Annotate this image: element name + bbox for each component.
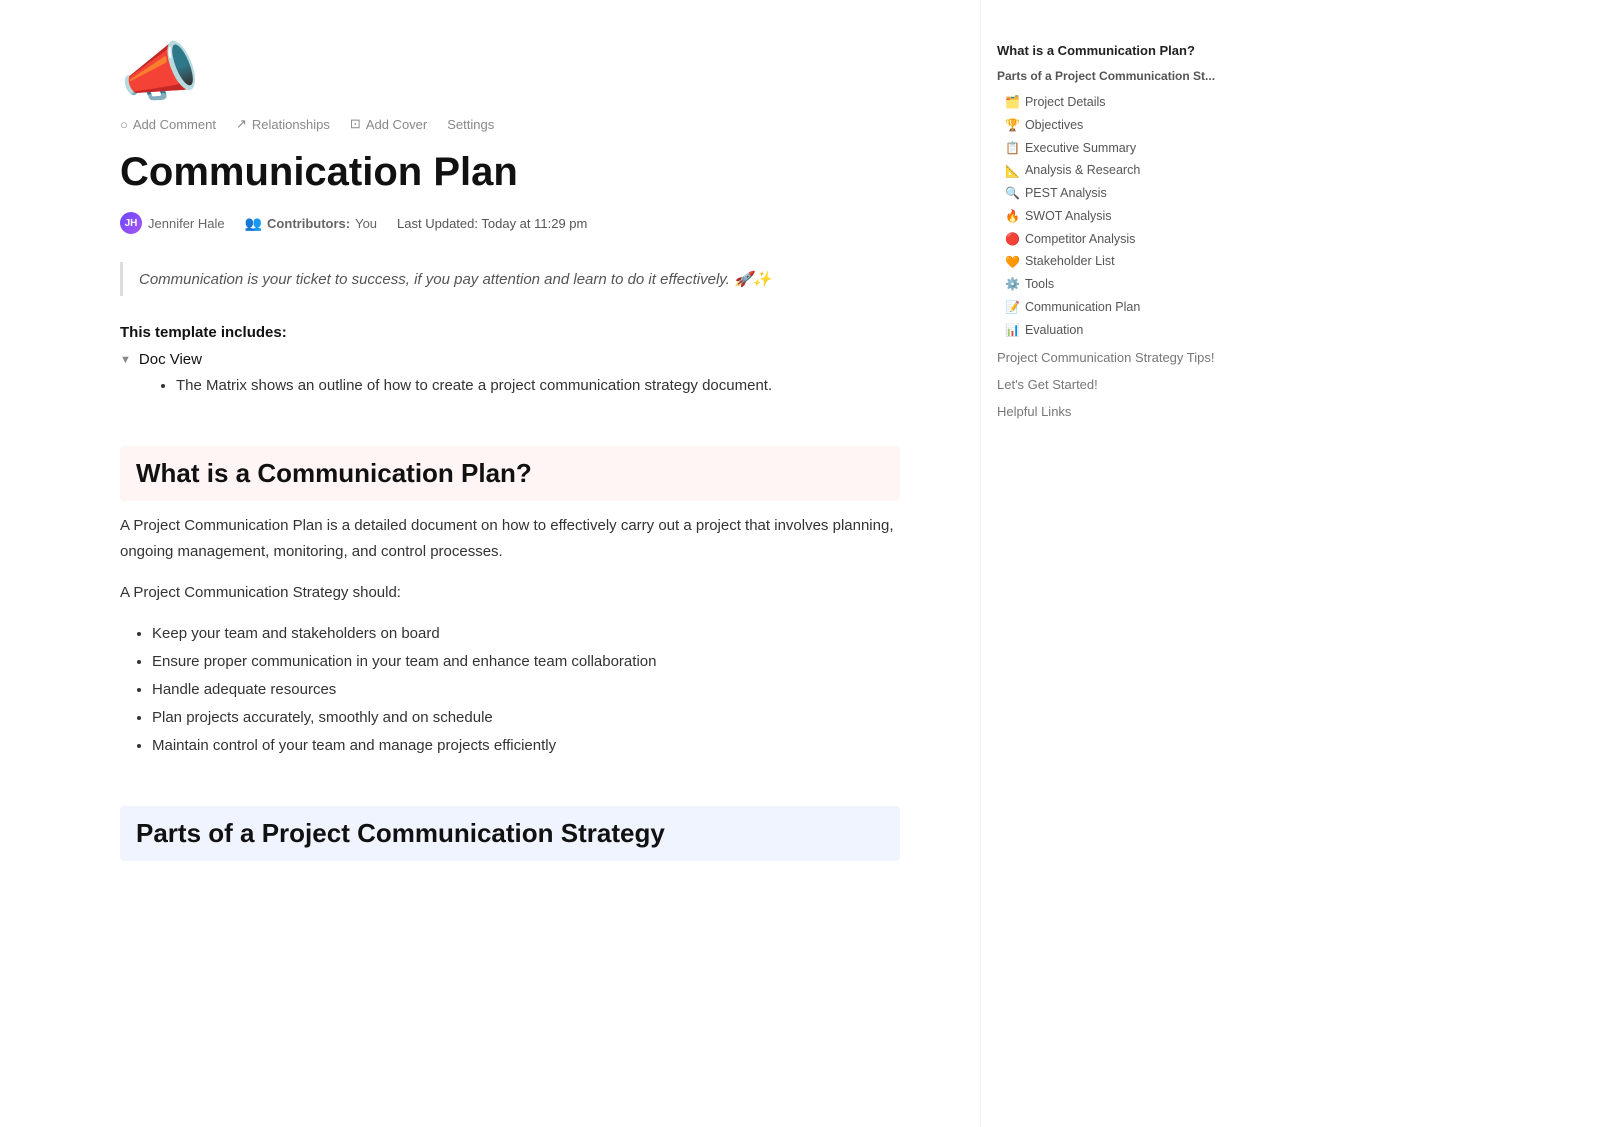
- toggle-item: The Matrix shows an outline of how to cr…: [176, 374, 900, 398]
- toc-item-label: Stakeholder List: [1025, 252, 1115, 271]
- last-updated-label: Last Updated:: [397, 216, 478, 231]
- quote-text: Communication is your ticket to success,…: [139, 271, 771, 288]
- toc-link-4[interactable]: Helpful Links: [997, 401, 1216, 422]
- contributors: 👥 Contributors: You: [245, 215, 377, 232]
- section1-bullets: Keep your team and stakeholders on board…: [120, 622, 900, 758]
- section2-heading: Parts of a Project Communication Strateg…: [136, 818, 884, 849]
- toc-emoji: 🔴: [1005, 230, 1020, 248]
- add-comment-button[interactable]: ○ Add Comment: [120, 117, 216, 132]
- last-updated: Last Updated: Today at 11:29 pm: [397, 216, 587, 231]
- toc-link-1[interactable]: What is a Communication Plan?: [997, 40, 1216, 61]
- toc-item[interactable]: 📝 Communication Plan: [997, 296, 1216, 319]
- add-cover-button[interactable]: ⊡ Add Cover: [350, 116, 427, 132]
- meta-info: JH Jennifer Hale 👥 Contributors: You Las…: [120, 212, 900, 234]
- contributors-value: You: [355, 216, 377, 231]
- toc-item[interactable]: 🔥 SWOT Analysis: [997, 205, 1216, 228]
- toc-section-4: Let's Get Started!: [997, 374, 1216, 395]
- page-title: Communication Plan: [120, 148, 900, 196]
- section1-heading: What is a Communication Plan?: [136, 458, 884, 489]
- toc-emoji: 📐: [1005, 162, 1020, 180]
- settings-button[interactable]: Settings: [447, 117, 494, 132]
- cover-icon: ⊡: [350, 116, 361, 132]
- toc-item[interactable]: 📋 Executive Summary: [997, 137, 1216, 160]
- toc-section-5: Helpful Links: [997, 401, 1216, 422]
- bullet-item: Handle adequate resources: [152, 678, 900, 702]
- cover-label: Add Cover: [366, 117, 427, 132]
- relationships-button[interactable]: ↗ Relationships: [236, 116, 330, 132]
- toc-emoji: 📋: [1005, 139, 1020, 157]
- toggle-row[interactable]: ▼ Doc View: [120, 351, 900, 368]
- toc-item-label: Objectives: [1025, 116, 1083, 135]
- contributors-icon: 👥: [245, 215, 262, 232]
- toc-item[interactable]: 🔍 PEST Analysis: [997, 182, 1216, 205]
- toc-item-label: Analysis & Research: [1025, 161, 1140, 180]
- toggle-label: Doc View: [139, 351, 202, 368]
- toc-item[interactable]: 📊 Evaluation: [997, 319, 1216, 342]
- section1-heading-block: What is a Communication Plan?: [120, 446, 900, 501]
- toc-item[interactable]: 📐 Analysis & Research: [997, 159, 1216, 182]
- toc-sub-items: 🗂️ Project Details 🏆 Objectives 📋 Executive S…: [997, 91, 1216, 341]
- contributors-label: Contributors:: [267, 216, 350, 231]
- relationships-label: Relationships: [252, 117, 330, 132]
- toc-item-label: Communication Plan: [1025, 298, 1140, 317]
- toc-item-label: Tools: [1025, 275, 1054, 294]
- toc-item-label: PEST Analysis: [1025, 184, 1107, 203]
- toc-item-label: Project Details: [1025, 93, 1106, 112]
- section1-body2: A Project Communication Strategy should:: [120, 580, 900, 606]
- author-name: Jennifer Hale: [148, 216, 225, 231]
- toc-item[interactable]: ⚙️ Tools: [997, 273, 1216, 296]
- toc-item-label: Competitor Analysis: [1025, 230, 1135, 249]
- toc-item-label: SWOT Analysis: [1025, 207, 1112, 226]
- author: JH Jennifer Hale: [120, 212, 225, 234]
- comment-label: Add Comment: [133, 117, 216, 132]
- quote-block: Communication is your ticket to success,…: [120, 262, 900, 296]
- toc-section-2: Parts of a Project Communication St... 🗂…: [997, 67, 1216, 341]
- toc-emoji: 🏆: [1005, 116, 1020, 134]
- toggle-arrow: ▼: [120, 354, 131, 366]
- bullet-item: Maintain control of your team and manage…: [152, 734, 900, 758]
- toc-item[interactable]: 🧡 Stakeholder List: [997, 250, 1216, 273]
- template-includes-label: This template includes:: [120, 324, 900, 341]
- toc-item-label: Evaluation: [1025, 321, 1083, 340]
- settings-label: Settings: [447, 117, 494, 132]
- toc-section-1: What is a Communication Plan?: [997, 40, 1216, 61]
- toc-emoji: 🧡: [1005, 253, 1020, 271]
- bullet-item: Plan projects accurately, smoothly and o…: [152, 706, 900, 730]
- avatar: JH: [120, 212, 142, 234]
- toc-link-3[interactable]: Let's Get Started!: [997, 374, 1216, 395]
- toc-emoji: 📊: [1005, 321, 1020, 339]
- comment-icon: ○: [120, 117, 128, 132]
- toggle-content: The Matrix shows an outline of how to cr…: [144, 374, 900, 398]
- bullet-item: Keep your team and stakeholders on board: [152, 622, 900, 646]
- section2: Parts of a Project Communication Strateg…: [120, 806, 900, 861]
- toc-section-3: Project Communication Strategy Tips!: [997, 347, 1216, 368]
- table-of-contents: What is a Communication Plan? Parts of a…: [980, 0, 1240, 1127]
- toolbar: ○ Add Comment ↗ Relationships ⊡ Add Cove…: [120, 116, 900, 132]
- last-updated-value: Today at 11:29 pm: [481, 216, 587, 231]
- toc-emoji: 🗂️: [1005, 93, 1020, 111]
- toc-item[interactable]: 🏆 Objectives: [997, 114, 1216, 137]
- toc-item[interactable]: 🗂️ Project Details: [997, 91, 1216, 114]
- section2-heading-block: Parts of a Project Communication Strateg…: [120, 806, 900, 861]
- page-icon: 📣: [120, 40, 900, 104]
- toc-emoji: ⚙️: [1005, 275, 1020, 293]
- toc-item-label: Executive Summary: [1025, 139, 1136, 158]
- section1-body1: A Project Communication Plan is a detail…: [120, 513, 900, 564]
- bullet-item: Ensure proper communication in your team…: [152, 650, 900, 674]
- main-content: 📣 ○ Add Comment ↗ Relationships ⊡ Add Co…: [0, 0, 980, 1127]
- section1: What is a Communication Plan? A Project …: [120, 446, 900, 758]
- relationships-icon: ↗: [236, 116, 247, 132]
- toc-emoji: 🔥: [1005, 207, 1020, 225]
- toc-emoji: 📝: [1005, 298, 1020, 316]
- toc-item[interactable]: 🔴 Competitor Analysis: [997, 228, 1216, 251]
- toc-emoji: 🔍: [1005, 184, 1020, 202]
- toc-sub-heading[interactable]: Parts of a Project Communication St...: [997, 67, 1216, 87]
- toc-link-2[interactable]: Project Communication Strategy Tips!: [997, 347, 1216, 368]
